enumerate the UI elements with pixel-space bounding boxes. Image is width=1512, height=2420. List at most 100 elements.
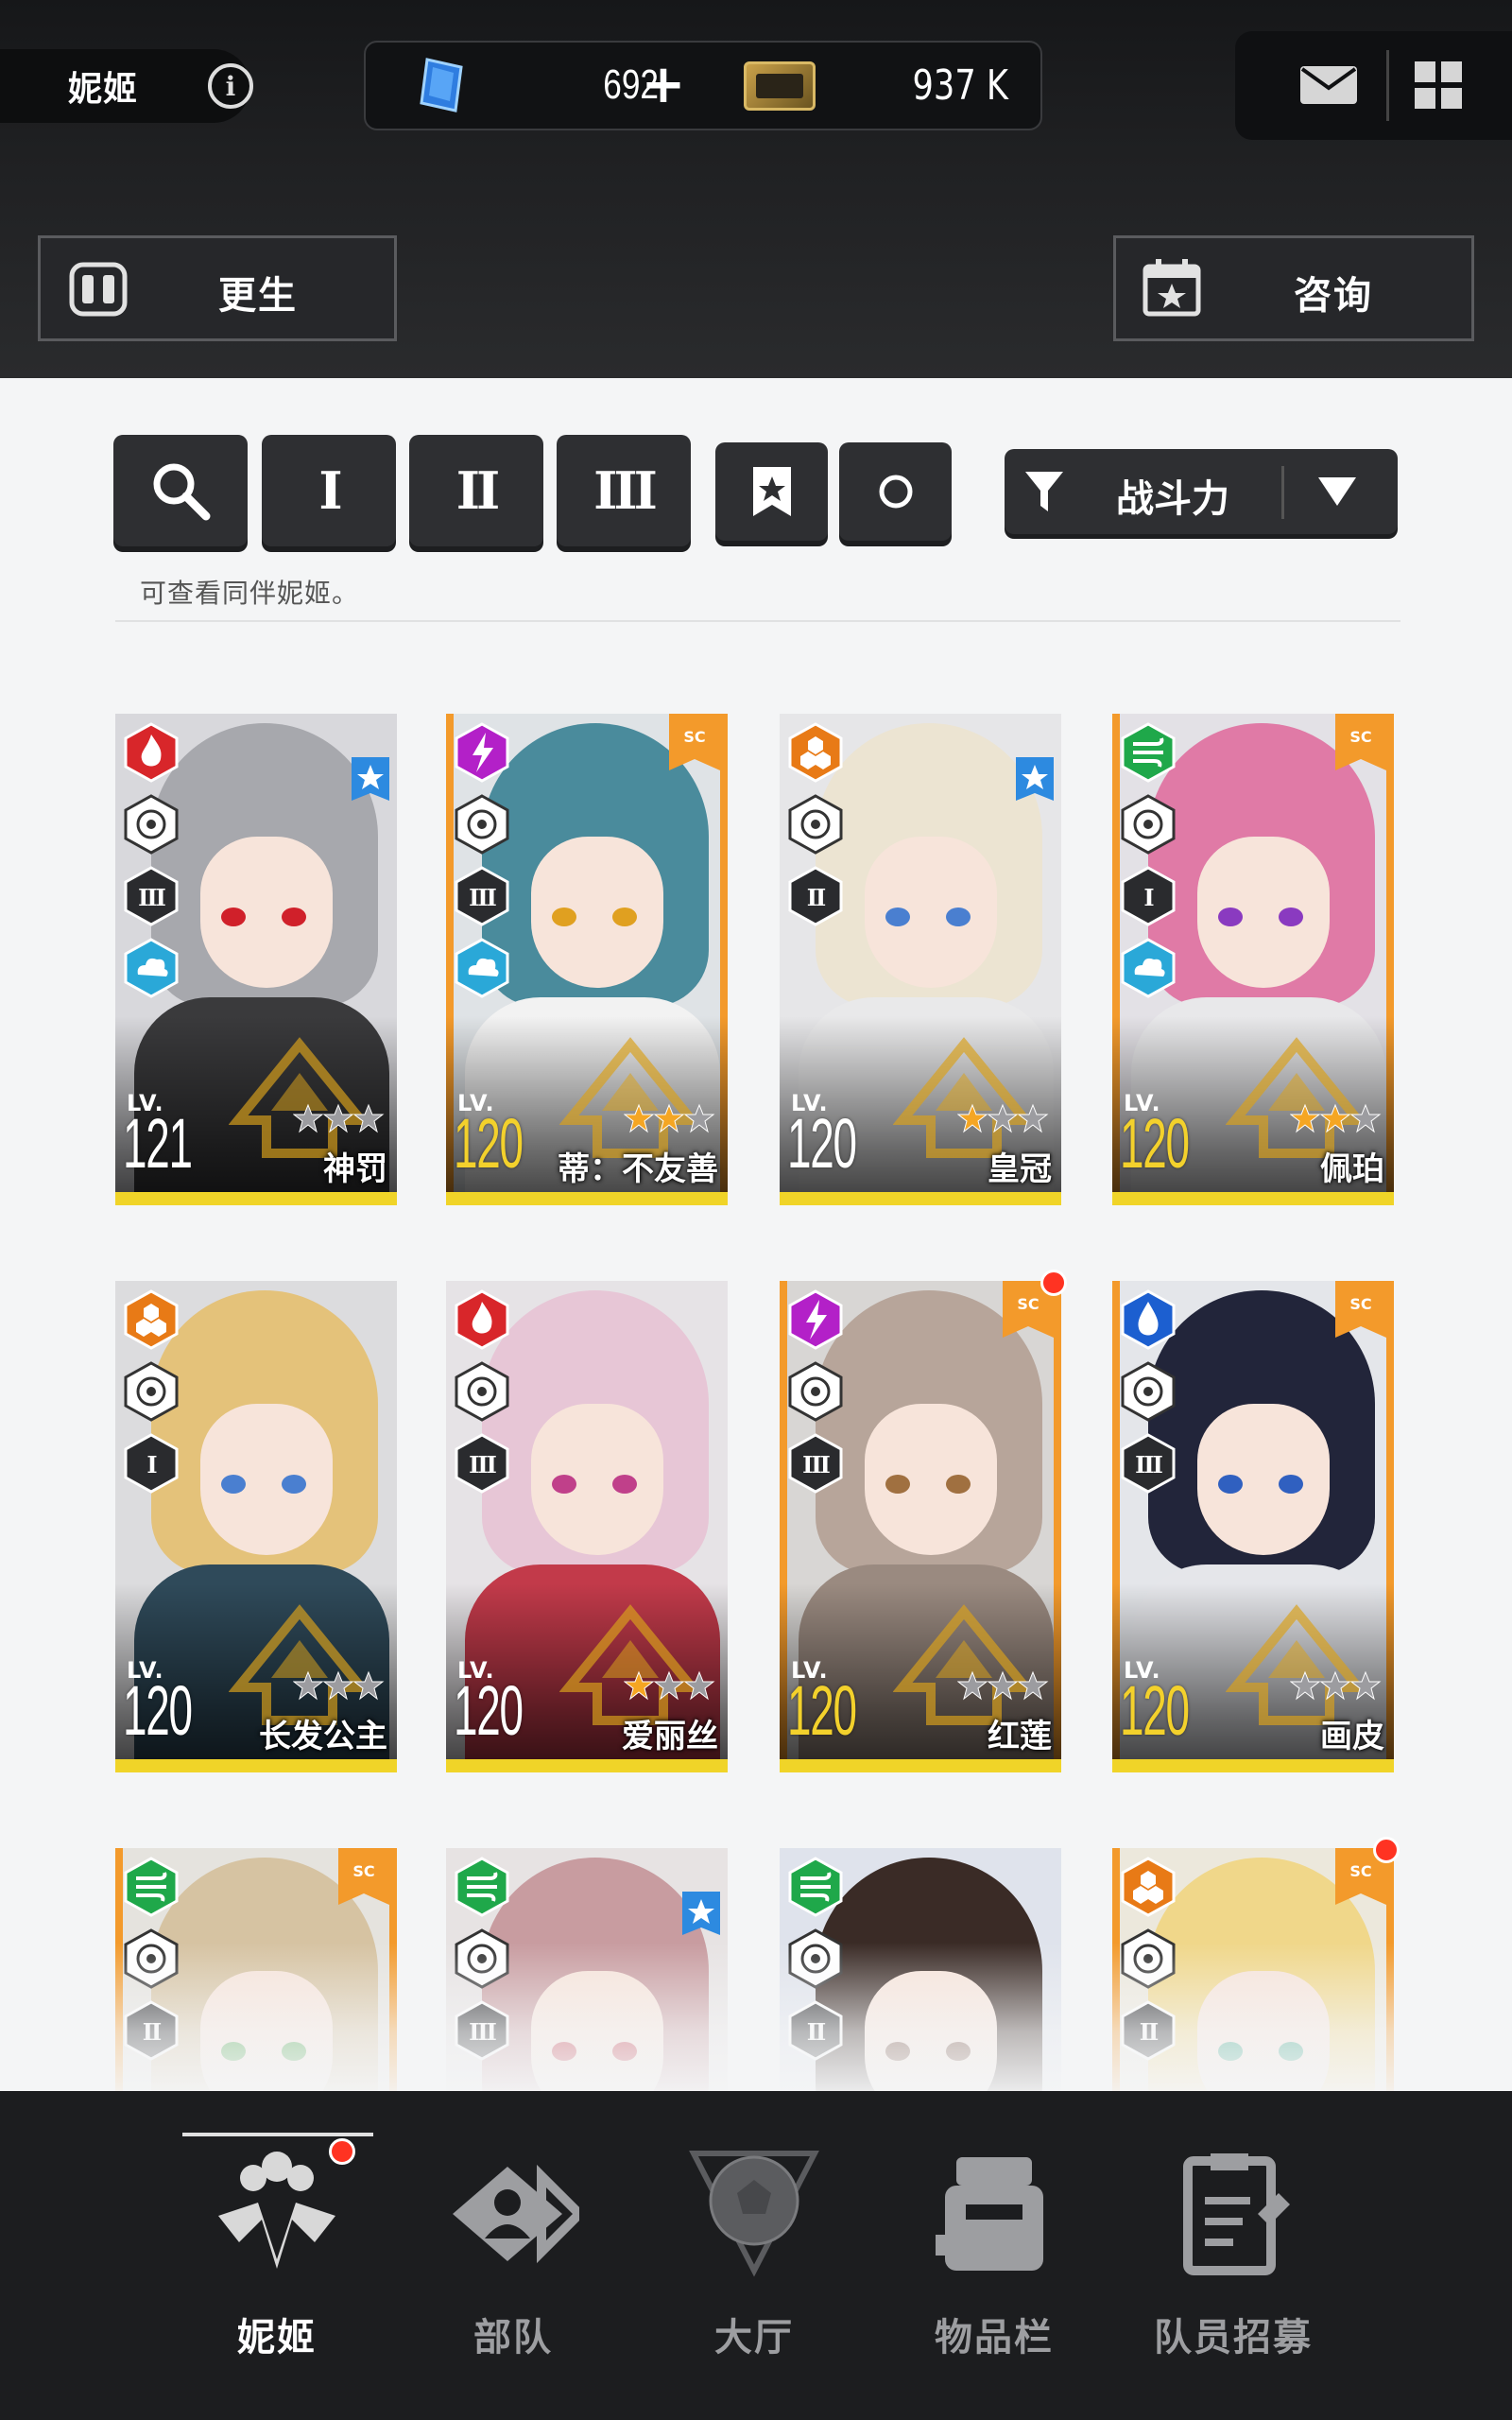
cloud-code-icon: [454, 937, 510, 999]
burst-type-icon: III: [123, 865, 180, 927]
card-bottom-bar: [446, 1192, 728, 1205]
portrait-eye: [282, 908, 306, 926]
stars-icon: [957, 1103, 1049, 1133]
element-iron-icon: [1120, 1856, 1177, 1918]
nikke-card[interactable]: I SC LV. 120 佩珀: [1112, 714, 1394, 1205]
card-bottom-bar: [780, 1192, 1061, 1205]
burst-type-icon: III: [1120, 1432, 1177, 1495]
nav-label: 大厅: [714, 2316, 794, 2360]
consult-button[interactable]: 咨询: [1113, 235, 1474, 341]
burst-type-icon: III: [454, 865, 510, 927]
portrait-eye: [946, 1475, 971, 1494]
gem-icon: [420, 58, 463, 112]
element-fire-icon: [123, 721, 180, 784]
burst-type-icon: I: [123, 1432, 180, 1495]
nav-recruit[interactable]: 队员招募: [1115, 2091, 1351, 2420]
svg-text:SC: SC: [352, 1862, 374, 1880]
currency-bar: 692 + 937 K: [364, 41, 1042, 130]
element-water-icon: [1120, 1288, 1177, 1351]
portrait-face: [200, 1404, 333, 1555]
element-wind-icon: [454, 1856, 510, 1918]
nav-label: 妮姬: [237, 2316, 317, 2360]
stars-icon: [957, 1670, 1049, 1701]
stars-icon: [624, 1103, 715, 1133]
svg-text:SC: SC: [1349, 728, 1371, 746]
nikke-card[interactable]: I LV. 120 长发公主: [115, 1281, 397, 1772]
weapon-type-icon: [787, 1360, 844, 1423]
svg-text:SC: SC: [1349, 1295, 1371, 1313]
nikke-card[interactable]: II LV. 120 皇冠: [780, 714, 1061, 1205]
mail-icon[interactable]: [1299, 65, 1358, 105]
element-fire-icon: [454, 1288, 510, 1351]
inventory-icon: [936, 2157, 1043, 2271]
weapon-type-icon: [123, 1360, 180, 1423]
card-bottom-bar: [780, 1759, 1061, 1772]
lobby-icon: [689, 2151, 819, 2277]
burst-emblem-icon: [229, 1604, 370, 1725]
sc-badge-icon: SC: [338, 1848, 389, 1905]
element-wind-icon: [123, 1856, 180, 1918]
grid-menu-icon[interactable]: [1415, 61, 1464, 111]
level-value: 121: [123, 1104, 193, 1183]
card-bottom-bar: [1112, 1759, 1394, 1772]
card-bottom-bar: [446, 1759, 728, 1772]
weapon-type-icon: [787, 793, 844, 856]
portrait-face: [865, 1404, 997, 1555]
nikke-name: 爱丽丝: [622, 1718, 718, 1755]
stars-icon: [293, 1103, 385, 1133]
credit-icon: [744, 61, 816, 111]
burst-emblem-icon: [559, 1037, 701, 1158]
notification-dot: [1373, 1837, 1400, 1863]
portrait-eye: [1279, 908, 1303, 926]
nav-inventory[interactable]: 物品栏: [876, 2091, 1112, 2420]
rebirth-label: 更生: [218, 274, 298, 318]
nikke-card[interactable]: III SC LV. 120 蒂：不友善: [446, 714, 728, 1205]
level-value: 120: [787, 1671, 857, 1750]
element-wind-icon: [1120, 721, 1177, 784]
cloud-code-icon: [123, 937, 180, 999]
burst-emblem-icon: [559, 1604, 701, 1725]
portrait-eye: [1218, 908, 1243, 926]
element-wind-icon: [787, 1856, 844, 1918]
nav-squad[interactable]: 部队: [395, 2091, 631, 2420]
nav-nikke[interactable]: 妮姬: [159, 2091, 395, 2420]
weapon-type-icon: [1120, 793, 1177, 856]
burst-emblem-icon: [229, 1037, 370, 1158]
svg-text:II: II: [807, 884, 826, 911]
notification-dot: [1040, 1270, 1067, 1296]
page-title: 妮姬: [68, 70, 139, 109]
card-bottom-bar: [115, 1759, 397, 1772]
nikke-card[interactable]: III LV. 120 爱丽丝: [446, 1281, 728, 1772]
nikke-card[interactable]: III SC LV. 120 红莲: [780, 1281, 1061, 1772]
info-icon[interactable]: i: [208, 63, 253, 109]
burst-emblem-icon: [893, 1604, 1035, 1725]
nikke-card[interactable]: III SC LV. 120 画皮: [1112, 1281, 1394, 1772]
stars-icon: [624, 1670, 715, 1701]
nav-lobby[interactable]: 大厅: [636, 2091, 872, 2420]
nikke-name: 长发公主: [259, 1718, 387, 1755]
weapon-type-icon: [1120, 1360, 1177, 1423]
portrait-eye: [221, 908, 246, 926]
level-value: 120: [787, 1104, 857, 1183]
nikke-name: 皇冠: [988, 1150, 1052, 1188]
divider: [1386, 50, 1389, 121]
rebirth-button[interactable]: 更生: [38, 235, 397, 341]
credit-count: 937 K: [912, 61, 1008, 110]
sc-badge-icon: SC: [669, 714, 720, 770]
level-value: 120: [454, 1671, 524, 1750]
burst-emblem-icon: [893, 1037, 1035, 1158]
level-value: 120: [454, 1104, 524, 1183]
svg-text:SC: SC: [1017, 1295, 1039, 1313]
nikke-card[interactable]: III LV. 121 神罚: [115, 714, 397, 1205]
portrait-face: [531, 1404, 663, 1555]
portrait-eye: [552, 1475, 576, 1494]
cloud-code-icon: [1120, 937, 1177, 999]
portrait-eye: [612, 1475, 637, 1494]
bottom-nav: 妮姬 部队 大厅 物品栏 队员招募: [0, 2091, 1512, 2420]
nav-label: 队员招募: [1154, 2316, 1313, 2360]
element-iron-icon: [787, 721, 844, 784]
favorite-star-icon: [352, 757, 389, 801]
level-value: 120: [1120, 1104, 1190, 1183]
add-gems-button[interactable]: +: [640, 59, 687, 112]
svg-text:III: III: [138, 884, 165, 911]
